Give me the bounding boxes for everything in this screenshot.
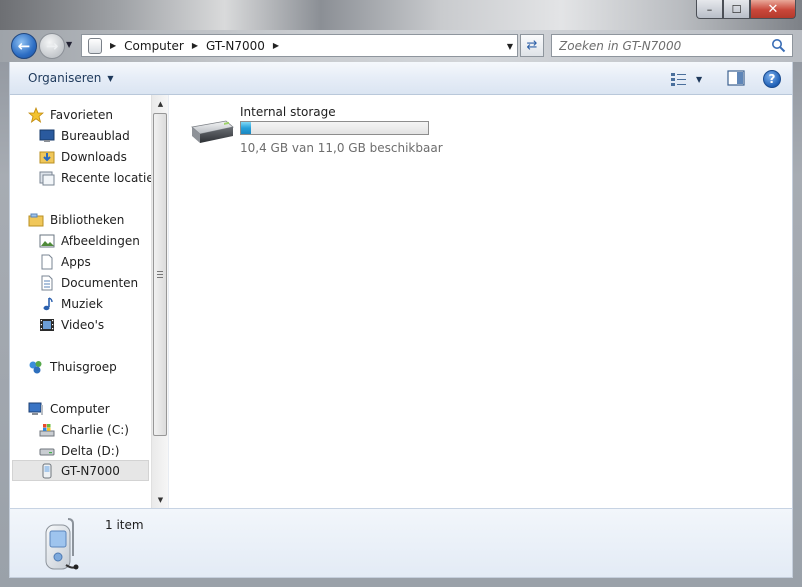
maximize-button[interactable]: ☐ [723, 0, 750, 19]
chevron-down-icon: ▼ [696, 74, 703, 84]
address-history-dropdown[interactable]: ▼ [507, 42, 513, 51]
nav-item-pictures[interactable]: Afbeeldingen [39, 230, 140, 251]
nav-favorites[interactable]: Favorieten [28, 104, 113, 125]
nav-item-label: Charlie (C:) [61, 422, 129, 437]
nav-item-label: Afbeeldingen [61, 233, 140, 248]
refresh-button[interactable]: ⇄ [520, 34, 544, 57]
breadcrumb-device[interactable]: GT-N7000 [206, 39, 265, 53]
nav-item-label: Muziek [61, 296, 103, 311]
nav-item-drive-d[interactable]: Delta (D:) [39, 440, 119, 461]
search-icon[interactable] [771, 38, 786, 53]
phone-device-icon [45, 518, 79, 570]
help-button[interactable]: ? [763, 70, 781, 88]
minimize-button[interactable]: – [696, 0, 723, 19]
drive-usage-fill [241, 122, 252, 134]
nav-item-label: GT-N7000 [61, 463, 120, 478]
chevron-down-icon: ▼ [107, 73, 114, 83]
command-bar: Organiseren ▼ ▼ ? [9, 62, 793, 95]
drive-free-space: 10,4 GB van 11,0 GB beschikbaar [240, 141, 443, 155]
pictures-icon [39, 234, 55, 247]
nav-item-documents[interactable]: Documenten [39, 272, 138, 293]
desktop-icon [39, 129, 55, 142]
nav-item-label: Bureaublad [61, 128, 130, 143]
view-options-icon [671, 73, 686, 86]
phone-device-icon [42, 463, 52, 478]
recent-pages-dropdown[interactable]: ▼ [66, 40, 76, 50]
nav-computer-label: Computer [50, 401, 110, 416]
phone-device-icon [88, 37, 102, 54]
film-strip-icon [40, 318, 54, 331]
nav-item-videos[interactable]: Video's [39, 314, 104, 335]
details-pane: 1 item [9, 508, 793, 578]
nav-item-apps[interactable]: Apps [39, 251, 91, 272]
change-view-button[interactable]: ▼ [670, 70, 710, 88]
star-icon [28, 106, 44, 123]
nav-item-gt-n7000[interactable]: GT-N7000 [12, 460, 149, 481]
nav-item-drive-c[interactable]: Charlie (C:) [39, 419, 129, 440]
drive-tile-internal-storage[interactable]: Internal storage 10,4 GB van 11,0 GB bes… [186, 103, 446, 155]
organize-menu-button[interactable]: Organiseren ▼ [28, 71, 114, 85]
downloads-folder-icon [39, 151, 55, 163]
forward-arrow-icon: → [45, 37, 59, 55]
back-button[interactable]: ← [11, 33, 37, 59]
computer-icon [28, 402, 43, 415]
navigation-pane: Favorieten Bureaublad Downloads Recente … [10, 95, 151, 508]
scrollbar-thumb[interactable] [153, 113, 167, 436]
breadcrumb-chevron-icon[interactable]: ▶ [110, 41, 116, 50]
navigation-scrollbar[interactable]: ▲ ▼ [151, 95, 168, 508]
system-drive-icon [39, 423, 55, 436]
music-note-icon [43, 296, 53, 310]
drive-usage-bar [240, 121, 429, 135]
nav-homegroup-label: Thuisgroep [50, 359, 117, 374]
nav-item-label: Video's [61, 317, 105, 332]
storage-drive-icon [191, 120, 234, 143]
hard-drive-icon [39, 448, 55, 455]
nav-item-desktop[interactable]: Bureaublad [39, 125, 130, 146]
documents-icon [41, 275, 53, 290]
nav-item-label: Downloads [61, 149, 127, 164]
scroll-down-arrow-icon[interactable]: ▼ [152, 491, 169, 508]
recent-places-icon [39, 171, 55, 185]
close-button[interactable]: ✕ [750, 0, 796, 19]
breadcrumb-chevron-icon[interactable]: ▶ [273, 41, 279, 50]
nav-item-label: Recente locaties [61, 170, 151, 185]
file-list-pane: Internal storage 10,4 GB van 11,0 GB bes… [169, 95, 792, 508]
grip-icon [157, 271, 163, 278]
refresh-icon: ⇄ [526, 38, 538, 53]
nav-homegroup[interactable]: Thuisgroep [28, 356, 117, 377]
nav-libraries[interactable]: Bibliotheken [28, 209, 124, 230]
nav-libraries-label: Bibliotheken [50, 212, 125, 227]
caption-buttons: – ☐ ✕ [696, 0, 796, 19]
address-row: ← → ▼ ▶ Computer ▶ GT-N7000 ▶ ▼ ⇄ [0, 30, 802, 62]
preview-pane-icon[interactable] [727, 70, 745, 86]
nav-item-recent-places[interactable]: Recente locaties [39, 167, 151, 188]
organize-label: Organiseren [28, 71, 102, 85]
title-bar[interactable]: – ☐ ✕ [0, 0, 802, 30]
breadcrumb-chevron-icon[interactable]: ▶ [192, 41, 198, 50]
search-box[interactable] [551, 34, 793, 57]
nav-item-label: Apps [61, 254, 91, 269]
nav-item-label: Delta (D:) [61, 443, 120, 458]
nav-item-music[interactable]: Muziek [39, 293, 103, 314]
search-input[interactable] [559, 38, 759, 53]
item-count: 1 item [105, 518, 144, 532]
drive-name: Internal storage [240, 105, 336, 119]
document-icon [41, 254, 53, 269]
address-bar[interactable]: ▶ Computer ▶ GT-N7000 ▶ ▼ [81, 34, 518, 57]
scroll-up-arrow-icon[interactable]: ▲ [152, 95, 169, 112]
nav-computer[interactable]: Computer [28, 398, 110, 419]
content-area: Favorieten Bureaublad Downloads Recente … [9, 95, 793, 508]
breadcrumb-computer[interactable]: Computer [124, 39, 184, 53]
back-arrow-icon: ← [17, 37, 31, 55]
nav-item-downloads[interactable]: Downloads [39, 146, 127, 167]
explorer-window: – ☐ ✕ ← → ▼ ▶ Computer ▶ GT-N7000 ▶ ▼ ⇄ [0, 0, 802, 587]
homegroup-icon [29, 360, 42, 373]
help-icon: ? [768, 72, 776, 86]
forward-button[interactable]: → [39, 33, 65, 59]
libraries-icon [28, 213, 44, 226]
nav-favorites-label: Favorieten [50, 107, 113, 122]
nav-item-label: Documenten [61, 275, 139, 290]
